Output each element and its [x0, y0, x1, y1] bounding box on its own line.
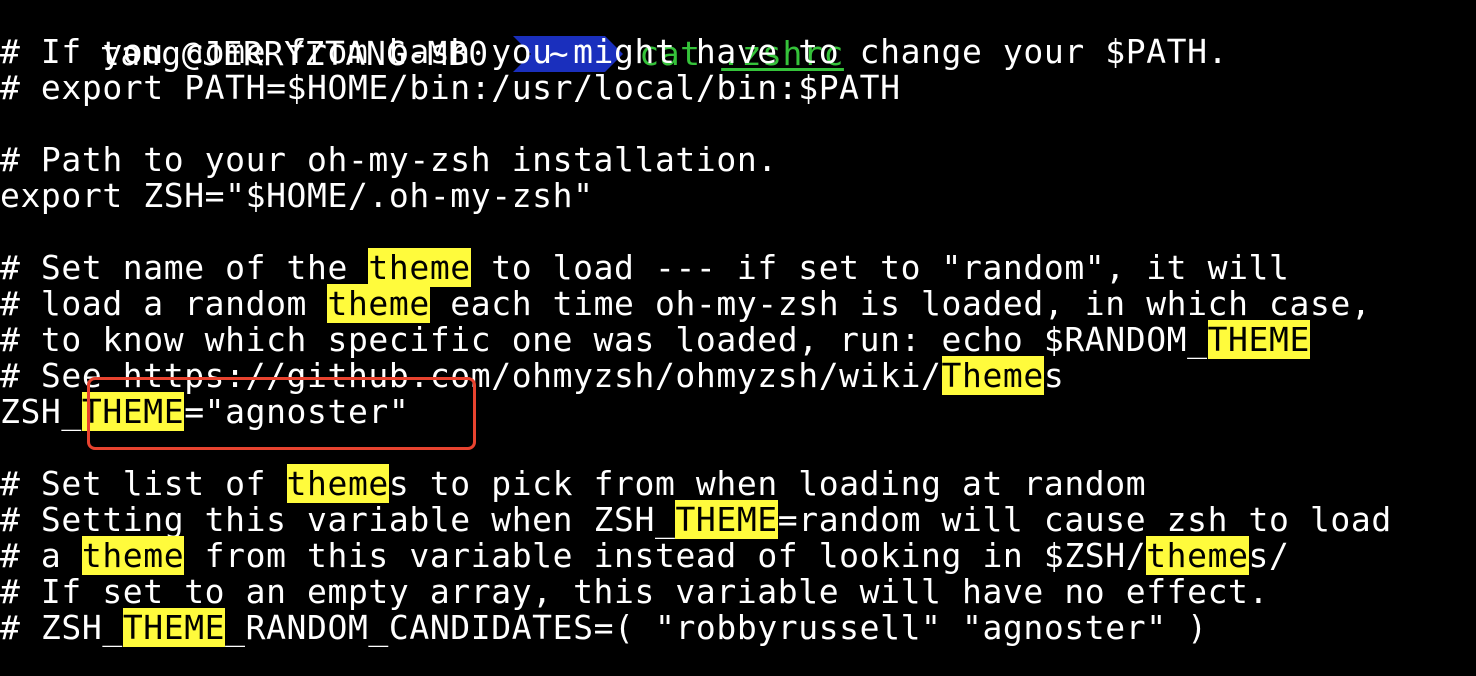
- output-text: from this variable instead of looking in…: [184, 536, 1147, 575]
- output-line: # See https://github.com/ohmyzsh/ohmyzsh…: [0, 356, 1065, 395]
- search-match-highlight: theme: [1146, 536, 1249, 575]
- output-line: # If set to an empty array, this variabl…: [0, 574, 1269, 610]
- search-match-highlight: THEME: [675, 500, 778, 539]
- output-text: _RANDOM_CANDIDATES=( "robbyrussell" "agn…: [225, 608, 1208, 647]
- output-text: each time oh-my-zsh is loaded, in which …: [429, 284, 1372, 323]
- output-text: export ZSH="$HOME/.oh-my-zsh": [0, 176, 594, 215]
- output-text: # load a random: [0, 284, 328, 323]
- search-match-highlight: THEME: [1207, 320, 1310, 359]
- output-text: # See https://github.com/ohmyzsh/ohmyzsh…: [0, 356, 942, 395]
- output-text: # If set to an empty array, this variabl…: [0, 572, 1269, 611]
- search-match-highlight: THEME: [81, 392, 185, 431]
- output-line: # Setting this variable when ZSH_THEME=r…: [0, 500, 1392, 539]
- output-text: ZSH_: [0, 392, 82, 431]
- search-match-highlight: theme: [327, 284, 430, 323]
- output-line: # Path to your oh-my-zsh installation.: [0, 142, 778, 178]
- output-text: ="agnoster": [184, 392, 410, 431]
- output-line: # If you come from bash you might have t…: [0, 34, 1228, 70]
- terminal-window[interactable]: tang@JERRYZTANG-MB0 ~ cat .zshrc # If you …: [0, 0, 1476, 676]
- output-text: # Set name of the: [0, 248, 369, 287]
- output-text: # ZSH_: [0, 608, 123, 647]
- output-text: s: [1043, 356, 1065, 395]
- output-line: # export PATH=$HOME/bin:/usr/local/bin:$…: [0, 70, 901, 106]
- output-line: # load a random theme each time oh-my-zs…: [0, 284, 1372, 323]
- output-text: s/: [1248, 536, 1290, 575]
- output-text: # Set list of: [0, 464, 287, 503]
- search-match-highlight: THEME: [122, 608, 226, 647]
- output-line: # ZSH_THEME_RANDOM_CANDIDATES=( "robbyru…: [0, 608, 1208, 647]
- output-text: to load --- if set to "random", it will: [470, 248, 1290, 287]
- output-line: ZSH_THEME="agnoster": [0, 392, 410, 431]
- output-text: # Path to your oh-my-zsh installation.: [0, 140, 778, 179]
- output-line: # Set list of themes to pick from when l…: [0, 464, 1147, 503]
- output-text: s to pick from when loading at random: [388, 464, 1147, 503]
- output-text: =random will cause zsh to load: [777, 500, 1392, 539]
- output-line: # to know which specific one was loaded,…: [0, 320, 1310, 359]
- output-line: # a theme from this variable instead of …: [0, 536, 1290, 575]
- prompt-line: tang@JERRYZTANG-MB0 ~ cat .zshrc: [0, 0, 844, 72]
- output-text: # Setting this variable when ZSH_: [0, 500, 676, 539]
- search-match-highlight: Theme: [941, 356, 1044, 395]
- search-match-highlight: theme: [368, 248, 471, 287]
- output-text: # a: [0, 536, 82, 575]
- output-line: # Set name of the theme to load --- if s…: [0, 248, 1290, 287]
- output-text: # If you come from bash you might have t…: [0, 32, 1229, 71]
- output-text: # export PATH=$HOME/bin:/usr/local/bin:$…: [0, 68, 901, 107]
- output-text: # to know which specific one was loaded,…: [0, 320, 1208, 359]
- search-match-highlight: theme: [286, 464, 389, 503]
- output-line: export ZSH="$HOME/.oh-my-zsh": [0, 178, 594, 214]
- search-match-highlight: theme: [81, 536, 185, 575]
